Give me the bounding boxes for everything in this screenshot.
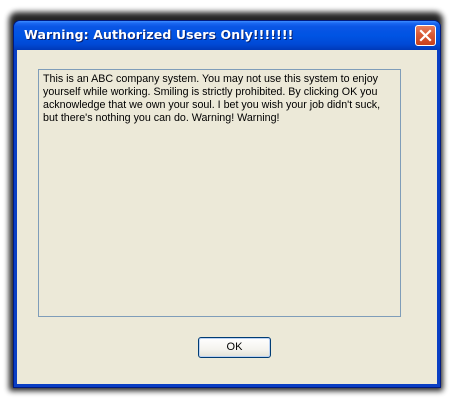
screen: Warning: Authorized Users Only!!!!!!! Th… [0,0,468,401]
close-button[interactable] [415,25,436,46]
dialog-body: This is an ABC company system. You may n… [17,50,437,384]
message-textbox[interactable]: This is an ABC company system. You may n… [38,69,401,317]
ok-button[interactable]: OK [198,337,271,358]
warning-dialog-window: Warning: Authorized Users Only!!!!!!! Th… [13,20,441,388]
window-title: Warning: Authorized Users Only!!!!!!! [24,27,294,42]
title-bar[interactable]: Warning: Authorized Users Only!!!!!!! [14,21,440,50]
message-text: This is an ABC company system. You may n… [43,73,381,124]
close-icon [419,29,432,42]
